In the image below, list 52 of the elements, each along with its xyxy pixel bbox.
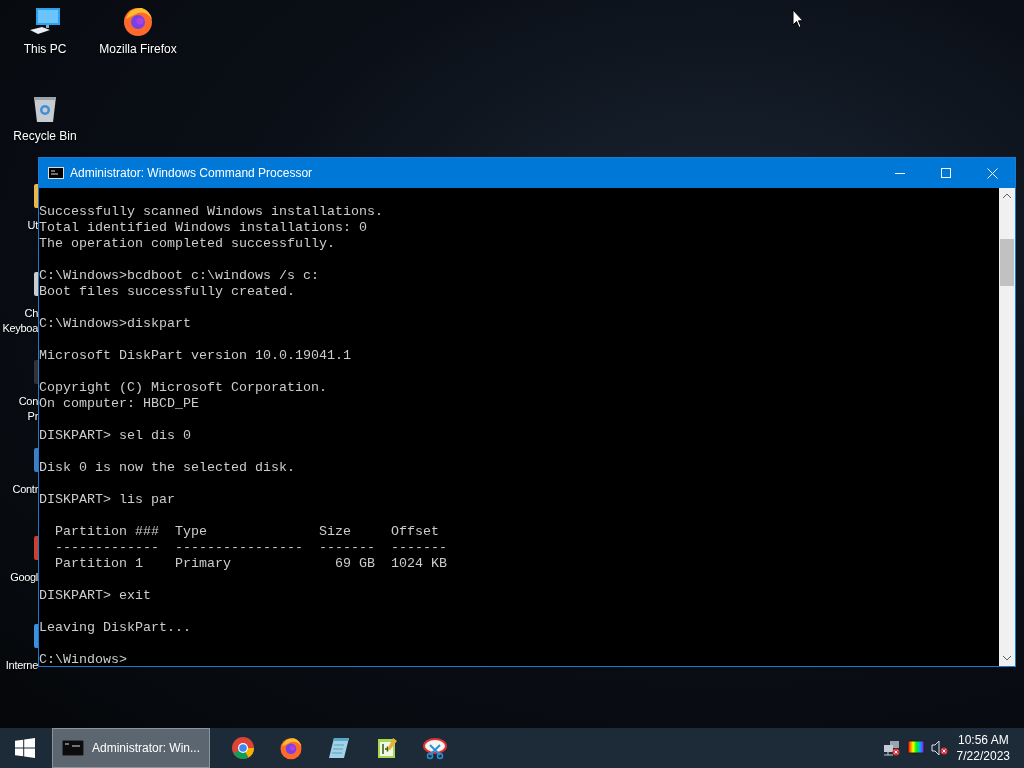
console-line: Leaving DiskPart... [39,620,191,636]
icon-label[interactable]: Con [18,394,38,409]
console-line: C:\Windows>diskpart [39,316,191,332]
cursor-icon [792,9,804,29]
icon-label[interactable]: This PC [23,42,67,57]
console-line: DISKPART> sel dis 0 [39,428,191,444]
chrome-icon[interactable] [231,736,255,760]
console-line: C:\Windows>bcdboot c:\windows /s c: [39,268,319,284]
console-line: Boot files successfully created. [39,284,295,300]
scroll-down-icon[interactable] [1003,656,1011,661]
maximize-icon [941,168,951,178]
icon-label[interactable]: Pr [27,409,38,424]
console-line: Successfully scanned Windows installations. [39,204,383,220]
console-line: DISKPART> lis par [39,492,175,508]
console-icon [48,167,64,179]
icon-label[interactable]: Recycle Bin [13,129,77,144]
console-line: The operation completed successfully. [39,236,335,252]
console-line: Partition ### Type Size Offset [54,524,439,540]
console-line: Copyright (C) Microsoft Corporation. [39,380,327,396]
scrollbar[interactable] [999,188,1015,666]
icon-label[interactable]: Ut [27,218,38,233]
scroll-up-icon[interactable] [1003,193,1011,198]
taskbar-button[interactable]: Administrator: Win... [52,728,210,768]
console-line: Partition 1 Primary 69 GB 1024 KB [54,556,447,572]
notepad-icon[interactable] [327,736,351,760]
firefox-icon[interactable] [279,736,303,760]
icon-label[interactable]: Ch [24,306,38,321]
console-line: ------------- ---------------- ------- ------- [54,540,447,556]
console-line: C:\Windows> [39,652,127,666]
computer-icon[interactable] [28,5,62,37]
scroll-thumb[interactable] [1000,239,1014,286]
icon-label[interactable]: Googl [10,570,38,585]
console-line: Microsoft DiskPart version 10.0.19041.1 [39,348,351,364]
icon-label[interactable]: Keyboa [2,321,38,336]
console-icon [62,740,84,756]
close-icon [986,167,998,179]
notepad-plus-icon[interactable] [375,736,399,760]
console-line: On computer: HBCD_PE [39,396,199,412]
firefox-icon[interactable] [122,5,154,37]
console-line: DISKPART> exit [39,588,151,604]
console-line: Disk 0 is now the selected disk. [39,460,295,476]
network-error-icon[interactable] [882,740,901,756]
monitor-icon[interactable] [906,740,925,756]
icon-label[interactable]: Contr [12,482,38,497]
clock[interactable]: 10:56 AM 7/22/2023 [956,732,1010,764]
icon-label[interactable]: Mozilla Firefox [99,42,177,57]
icon-label[interactable]: Interne [5,658,38,673]
scissors-icon[interactable] [422,736,448,760]
muted-speaker-icon[interactable] [930,740,949,756]
console-line: Total identified Windows installations: 0 [39,220,367,236]
window-title: Administrator: Windows Command Processor [70,165,313,182]
windows-logo-icon [15,738,35,758]
